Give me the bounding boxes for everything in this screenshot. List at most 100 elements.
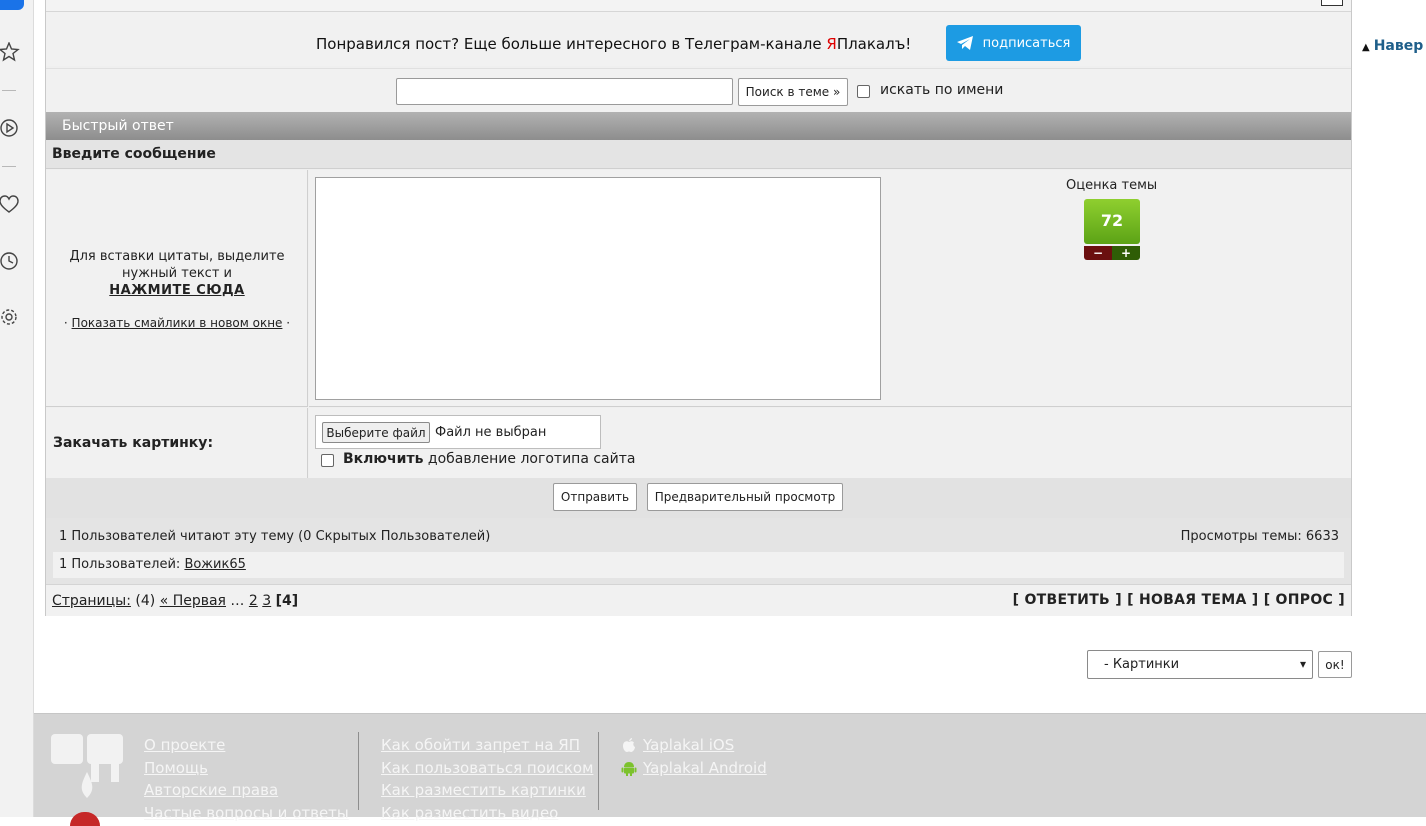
- user-link[interactable]: Вожик65: [184, 557, 245, 572]
- ios-app-row: Yaplakal iOS: [621, 734, 767, 757]
- pagination: Страницы: (4) « Первая … 2 3 [4]: [52, 593, 298, 609]
- upload-image-label: Закачать картинку:: [46, 408, 308, 478]
- upload-image-cell: Выберите файл Файл не выбран Включить до…: [309, 408, 1351, 478]
- footer-column-about: О проекте Помощь Авторские права Частые …: [144, 734, 349, 824]
- scroll-to-top-label: Навер: [1373, 38, 1424, 54]
- sidebar-separator: [2, 166, 16, 167]
- pages-ellipsis: …: [225, 593, 249, 609]
- scroll-to-top-link[interactable]: ▲ Навер: [1362, 38, 1423, 54]
- topic-views: Просмотры темы: 6633: [1180, 529, 1339, 544]
- collapse-box-icon[interactable]: [1321, 0, 1343, 6]
- bullet-dot: ·: [63, 316, 72, 330]
- apple-icon: [623, 738, 635, 753]
- category-select[interactable]: - Картинки ▾: [1087, 650, 1313, 679]
- reply-button[interactable]: [ ОТВЕТИТЬ ]: [1013, 592, 1122, 608]
- category-ok-button[interactable]: ок!: [1318, 651, 1352, 678]
- send-button[interactable]: Отправить: [553, 483, 637, 511]
- active-users-prefix: 1 Пользователей:: [59, 557, 185, 572]
- category-selected-value: - Картинки: [1104, 657, 1180, 672]
- pages-count: (4): [130, 593, 160, 609]
- previous-row-strip: [46, 0, 1351, 12]
- first-page-link[interactable]: « Первая: [160, 593, 226, 609]
- active-users-line: 1 Пользователей: Вожик65: [53, 552, 1344, 578]
- quote-hint-line-1: Для вставки цитаты, выделите: [69, 249, 285, 264]
- browser-sidebar: [0, 0, 34, 817]
- telegram-subscribe-button[interactable]: подписаться: [946, 25, 1081, 61]
- message-editor-cell: Оценка темы 72 − +: [309, 170, 1351, 407]
- quick-reply-header: Быстрый ответ: [46, 112, 1351, 140]
- topic-actions: [ ОТВЕТИТЬ ] [ НОВАЯ ТЕМА ] [ ОПРОС ]: [1013, 592, 1345, 608]
- add-logo-label-rest: добавление логотипа сайта: [423, 451, 636, 467]
- page-2-link[interactable]: 2: [249, 593, 258, 609]
- rating-vote-buttons: − +: [1084, 246, 1140, 260]
- footer-link-bypass-ban[interactable]: Как обойти запрет на ЯП: [381, 734, 593, 757]
- topic-stats-row: 1 Пользователей читают эту тему (0 Скрыт…: [46, 518, 1351, 584]
- telegram-plane-icon: [956, 36, 973, 50]
- poll-button[interactable]: [ ОПРОС ]: [1264, 592, 1345, 608]
- footer-column-apps: Yaplakal iOS Yaplakal Android: [621, 734, 767, 779]
- search-by-name-label: искать по имени: [880, 82, 1004, 98]
- sidebar-separator: [2, 90, 16, 91]
- message-textarea[interactable]: [315, 177, 881, 400]
- quote-help-cell: Для вставки цитаты, выделите нужный текс…: [46, 170, 308, 407]
- topic-rating-value: 72: [1084, 199, 1140, 244]
- pagination-row: Страницы: (4) « Первая … 2 3 [4] [ ОТВЕТ…: [46, 584, 1351, 616]
- footer-link-copyright[interactable]: Авторские права: [144, 779, 349, 802]
- site-logo-icon[interactable]: [51, 732, 123, 802]
- search-by-name-checkbox[interactable]: [857, 85, 870, 98]
- insert-quote-link[interactable]: НАЖМИТЕ СЮДА: [46, 282, 308, 299]
- site-footer: О проекте Помощь Авторские права Частые …: [34, 713, 1426, 826]
- forum-topic-frame: Понравился пост? Еще больше интересного …: [45, 0, 1352, 616]
- submit-row: Отправить Предварительный просмотр: [46, 478, 1351, 518]
- footer-link-post-images[interactable]: Как разместить картинки: [381, 779, 593, 802]
- smiles-row: · Показать смайлики в новом окне ·: [46, 316, 308, 330]
- rating-plus-button[interactable]: +: [1112, 246, 1140, 260]
- topic-search-button[interactable]: Поиск в теме »: [738, 78, 848, 106]
- add-logo-label-bold: Включить: [343, 451, 424, 467]
- add-logo-label: Включить добавление логотипа сайта: [343, 451, 635, 467]
- new-topic-button[interactable]: [ НОВАЯ ТЕМА ]: [1127, 592, 1258, 608]
- footer-link-help[interactable]: Помощь: [144, 757, 349, 780]
- rating-minus-button[interactable]: −: [1084, 246, 1112, 260]
- footer-separator: [598, 732, 599, 810]
- footer-link-faq[interactable]: Частые вопросы и ответы: [144, 802, 349, 825]
- ios-app-link[interactable]: Yaplakal iOS: [643, 734, 734, 757]
- footer-badge-icon: [70, 812, 100, 826]
- topic-search-input[interactable]: [396, 78, 733, 105]
- footer-link-post-video[interactable]: Как разместить видео: [381, 802, 593, 825]
- add-logo-checkbox[interactable]: [321, 454, 334, 467]
- android-icon: [621, 761, 637, 776]
- footer-separator: [358, 732, 359, 810]
- favorites-star-icon[interactable]: [0, 42, 20, 62]
- bullet-dot: ·: [282, 316, 291, 330]
- subscribe-label: подписаться: [982, 35, 1071, 51]
- up-triangle-icon: ▲: [1362, 42, 1370, 53]
- brand-name-rest: Плакалъ!: [836, 35, 912, 53]
- readers-count: 1 Пользователей читают эту тему (0 Скрыт…: [59, 529, 491, 544]
- show-smiles-link[interactable]: Показать смайлики в новом окне: [72, 316, 283, 330]
- preview-button[interactable]: Предварительный просмотр: [647, 483, 843, 511]
- chevron-down-icon: ▾: [1299, 657, 1306, 671]
- play-icon[interactable]: [0, 118, 20, 138]
- heart-icon[interactable]: [0, 195, 20, 215]
- history-clock-icon[interactable]: [0, 251, 20, 271]
- choose-file-button[interactable]: Выберите файл: [322, 422, 430, 443]
- active-panel-indicator[interactable]: [0, 0, 24, 10]
- telegram-promo-text: Понравился пост? Еще больше интересного …: [316, 35, 911, 53]
- current-page: [4]: [275, 593, 299, 609]
- footer-column-howto: Как обойти запрет на ЯП Как пользоваться…: [381, 734, 593, 824]
- enter-message-label: Введите сообщение: [46, 140, 1351, 169]
- topic-rating-title: Оценка темы: [1066, 178, 1158, 193]
- pages-label-link[interactable]: Страницы:: [52, 593, 131, 609]
- android-app-row: Yaplakal Android: [621, 757, 767, 780]
- brand-letter-red: Я: [826, 35, 837, 53]
- file-input[interactable]: Выберите файл Файл не выбран: [315, 415, 601, 449]
- android-app-link[interactable]: Yaplakal Android: [643, 757, 767, 780]
- settings-gear-icon[interactable]: [0, 307, 20, 327]
- footer-link-about[interactable]: О проекте: [144, 734, 349, 757]
- promo-text: Понравился пост? Еще больше интересного …: [316, 35, 827, 53]
- file-status-text: Файл не выбран: [435, 425, 547, 440]
- quote-hint: Для вставки цитаты, выделите нужный текс…: [46, 248, 308, 299]
- footer-link-search-help[interactable]: Как пользоваться поиском: [381, 757, 593, 780]
- page-3-link[interactable]: 3: [262, 593, 271, 609]
